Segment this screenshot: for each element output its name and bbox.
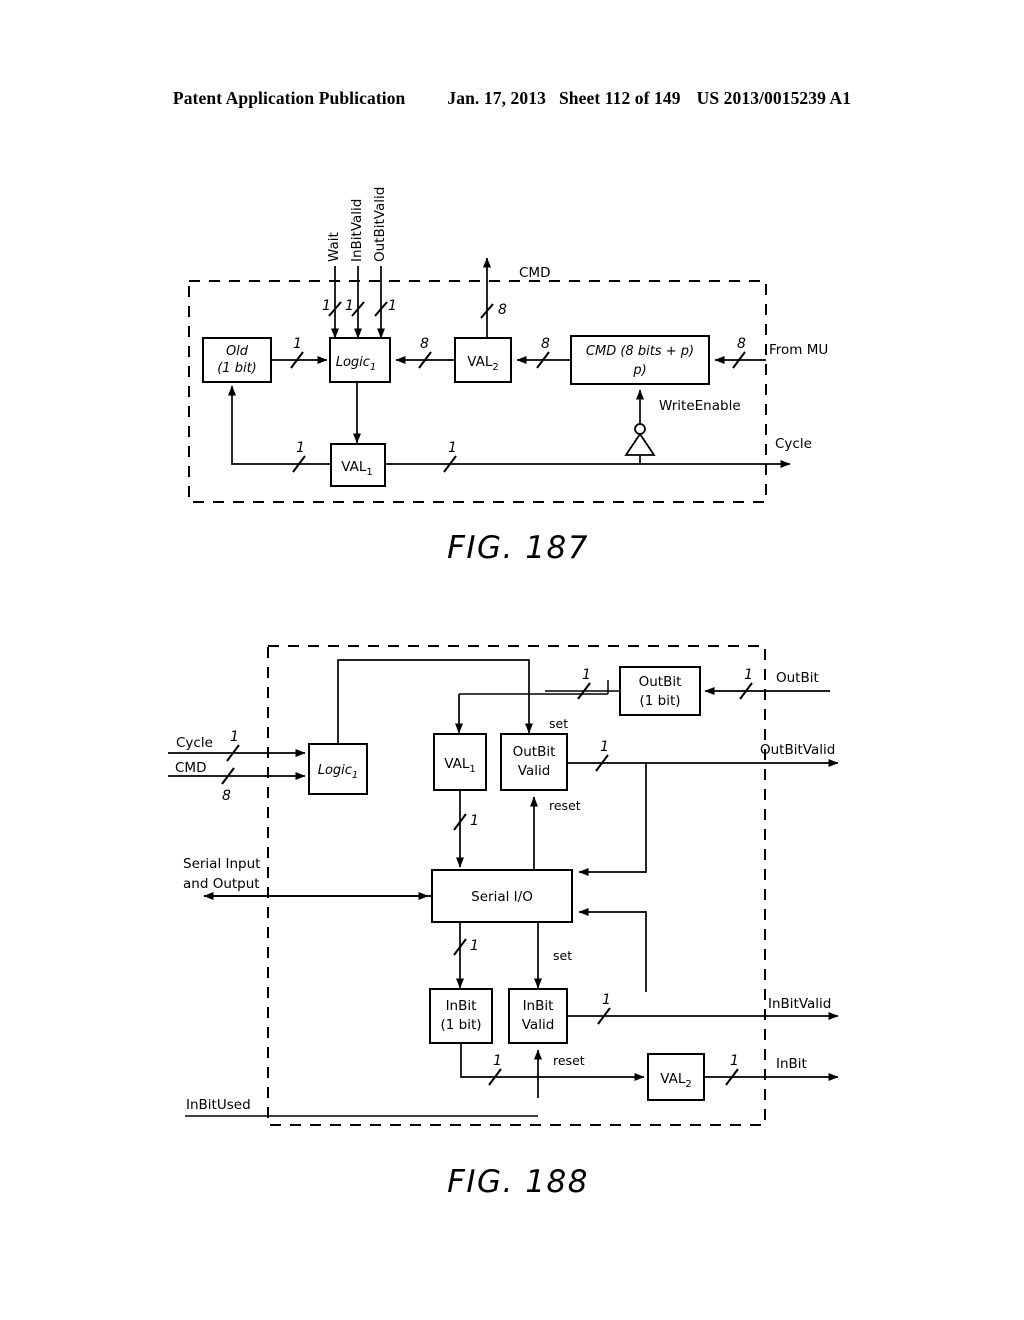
bitwidth-outbitvalid-out: 1 (600, 739, 609, 755)
bitwidth-cmd-out: 8 (498, 302, 507, 318)
bitwidth-cycle-in: 1 (230, 729, 239, 745)
bitwidth-cycle-out: 1 (448, 440, 457, 456)
inverter-bubble-icon (634, 423, 646, 435)
bitwidth-cmdreg-val2: 8 (541, 336, 550, 352)
patent-page: Patent Application Publication Jan. 17, 2… (0, 0, 1024, 1320)
box-outbit-line1: OutBit (639, 674, 682, 690)
box-old-line1: Old (226, 344, 249, 359)
label-outbit-in: OutBit (776, 670, 819, 686)
bitwidth-outbitvalid: 1 (388, 298, 397, 314)
label-set-inbit: set (553, 948, 572, 963)
label-cmd-out: CMD (519, 265, 550, 281)
bitwidth-wait: 1 (322, 298, 331, 314)
figure-188-caption: FIG. 188 (447, 1164, 589, 1200)
figure-187: 1 1 1 Wait InBitValid OutBitValid Old (1… (188, 187, 828, 566)
label-inbit-out: InBit (776, 1056, 807, 1072)
bitwidth-serialio-inbit: 1 (470, 938, 479, 954)
wire-logic-top-bus (337, 659, 533, 744)
label-set-outbit: set (549, 716, 568, 731)
figure-187-boundary (188, 280, 767, 503)
box-inbitvalid-line2: Valid (522, 1017, 555, 1033)
label-inbitvalid: InBitValid (349, 199, 365, 262)
label-inbitvalid-out: InBitValid (768, 996, 831, 1012)
inverter-triangle-icon (624, 432, 656, 456)
wire-outbitvalid-feedback (578, 763, 647, 876)
box-outbitvalid-line2: Valid (518, 763, 551, 779)
label-from-mu: From MU (769, 342, 828, 358)
label-wait: Wait (326, 232, 342, 262)
box-outbit-line2: (1 bit) (639, 693, 680, 709)
box-inbit-line1: InBit (446, 998, 477, 1014)
figure-188: 1 Cycle 8 CMD Logic1 VAL1 OutBit Valid s… (168, 645, 839, 1200)
label-outbitvalid: OutBitValid (372, 187, 388, 262)
box-outbitvalid (500, 733, 568, 791)
bitwidth-inbit-val2: 1 (493, 1053, 502, 1069)
bitwidth-outbit-left: 1 (582, 667, 591, 683)
box-serial-io-label: Serial I/O (471, 889, 533, 905)
bitwidth-from-mu: 8 (737, 336, 746, 352)
bitwidth-val1-serialio: 1 (470, 813, 479, 829)
bitwidth-inbitvalid-out: 1 (602, 992, 611, 1008)
bitwidth-inbit-out: 1 (730, 1053, 739, 1069)
bitwidth-cmd-in: 8 (222, 788, 231, 804)
label-serial-io-line1: Serial Input (183, 856, 260, 872)
bitwidth-inbitvalid: 1 (345, 298, 354, 314)
wire-inbitvalid-feedback (578, 908, 647, 992)
box-inbitvalid-line1: InBit (523, 998, 554, 1014)
label-serial-io-line2: and Output (183, 876, 260, 892)
bitwidth-val1-feedback: 1 (296, 440, 305, 456)
box-cmd-register-line2: p) (632, 363, 646, 378)
label-outbitvalid-out: OutBitValid (760, 742, 835, 758)
box-outbitvalid-line1: OutBit (513, 744, 556, 760)
bitwidth-outbit-in: 1 (744, 667, 753, 683)
wire-val1-feedback (228, 385, 331, 465)
label-cycle-out: Cycle (775, 436, 812, 452)
label-inbitused-in: InBitUsed (186, 1097, 251, 1113)
label-cmd-in: CMD (175, 760, 206, 776)
box-cmd-register-line1: CMD (8 bits + p) (586, 344, 694, 359)
figure-187-caption: FIG. 187 (447, 530, 589, 566)
label-reset-inbit: reset (553, 1053, 585, 1068)
box-inbit-line2: (1 bit) (440, 1017, 481, 1033)
label-writeenable: WriteEnable (659, 398, 741, 414)
box-old-line2: (1 bit) (217, 361, 257, 376)
label-reset-outbit: reset (549, 798, 581, 813)
bitwidth-val2-logic: 8 (420, 336, 429, 352)
bitwidth-old-logic: 1 (293, 336, 302, 352)
label-cycle-in: Cycle (176, 735, 213, 751)
